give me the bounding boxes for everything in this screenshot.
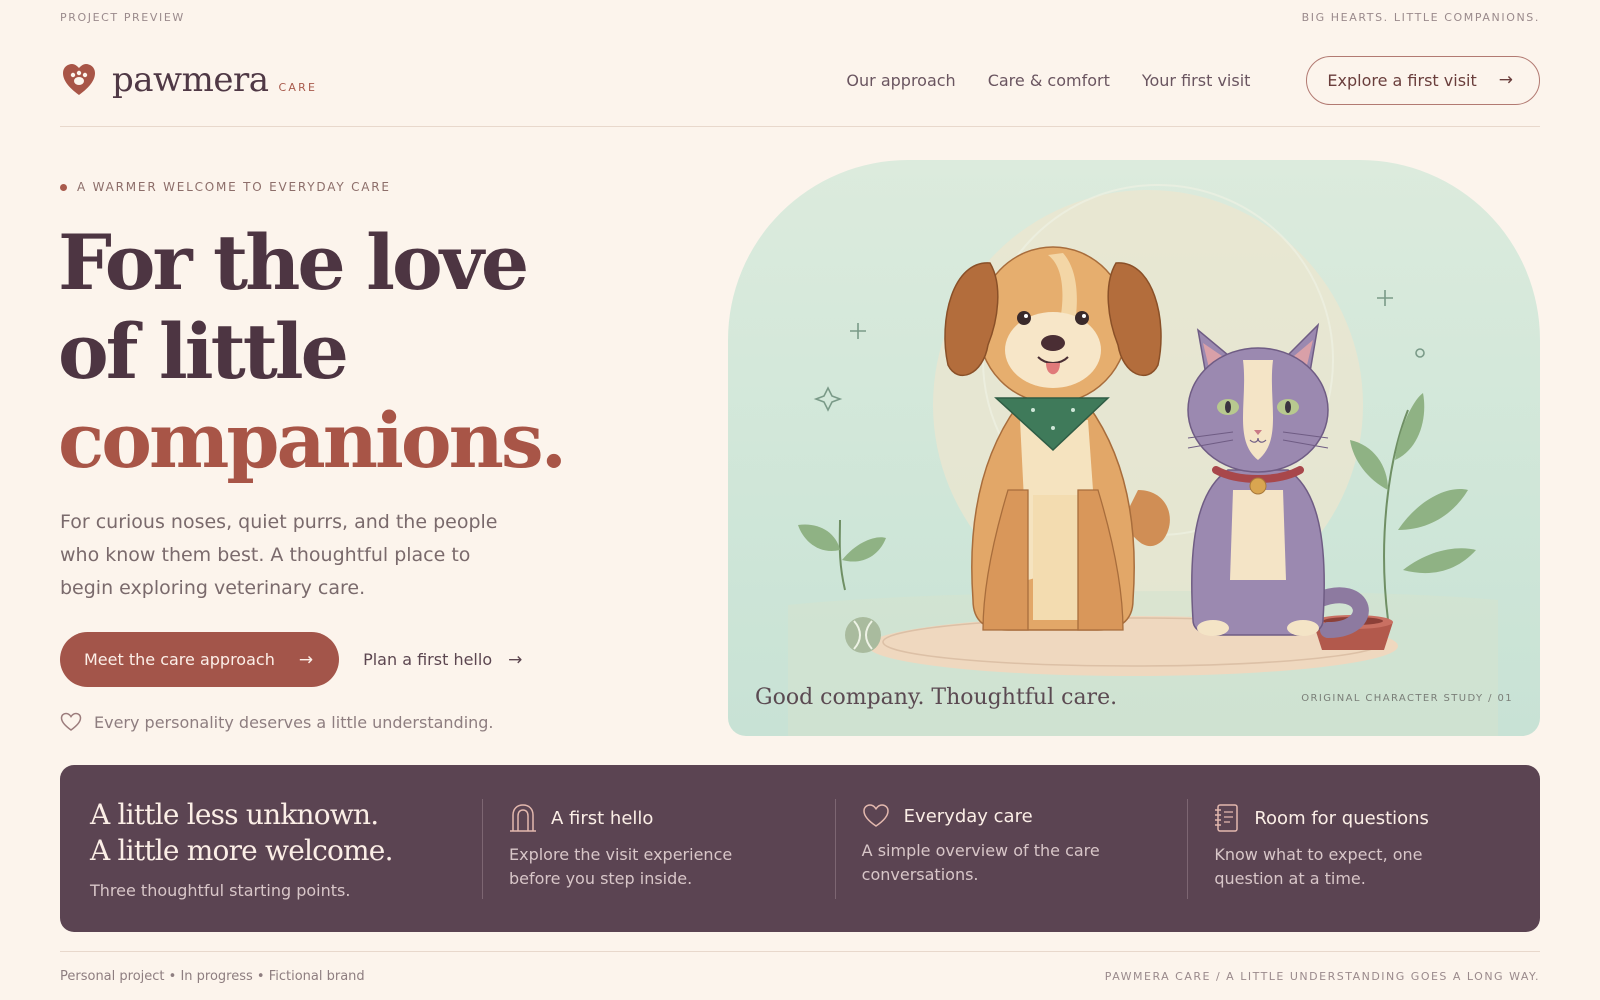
- heart-icon: [862, 804, 889, 827]
- plant-left: [798, 519, 886, 591]
- hero-lede: For curious noses, quiet purrs, and the …: [60, 511, 498, 599]
- hero-cta-row: Meet the care approach → Plan a first he…: [60, 632, 522, 687]
- band-title-line-2: A little more welcome.: [90, 834, 393, 867]
- hero-illustration: Good company. Thoughtful care. ORIGINAL …: [728, 160, 1540, 736]
- bullet-dot-icon: [60, 183, 67, 191]
- heart-outline-icon: [60, 712, 82, 731]
- footer-slogan: PAWMERA CARE / A LITTLE UNDERSTANDING GO…: [1104, 970, 1540, 983]
- feature-text: Know what to expect, one question at a t…: [1214, 845, 1423, 888]
- paw-heart-icon: [63, 64, 95, 95]
- secondary-cta-label: Plan a first hello: [363, 650, 493, 669]
- footer-project-note: Personal project • In progress • Fiction…: [60, 969, 365, 984]
- band-title-line-1: A little less unknown.: [90, 798, 379, 831]
- top-strip: PROJECT PREVIEW BIG HEARTS. LITTLE COMPA…: [60, 11, 1540, 25]
- header-cta-label: Explore a first visit: [1327, 70, 1477, 90]
- nav-first-visit[interactable]: Your first visit: [1142, 71, 1251, 90]
- hero-headline: For the love of little companions.: [58, 218, 698, 485]
- top-slogan: BIG HEARTS. LITTLE COMPANIONS.: [1301, 11, 1540, 24]
- brand-logo[interactable]: pawmera CARE: [60, 60, 317, 100]
- meet-care-approach-button[interactable]: Meet the care approach →: [60, 632, 340, 687]
- primary-cta-label: Meet the care approach: [84, 650, 275, 669]
- headline-line-1: For the love: [58, 218, 529, 307]
- feature-heading: Everyday care: [862, 803, 1188, 829]
- feature-title: Room for questions: [1254, 807, 1429, 829]
- tagline-text: Every personality deserves a little unde…: [94, 712, 494, 732]
- nav-our-approach[interactable]: Our approach: [846, 71, 955, 90]
- illustration-credit: ORIGINAL CHARACTER STUDY / 01: [1301, 693, 1513, 704]
- headline-line-2: of little: [58, 307, 349, 396]
- illustration-caption: Good company. Thoughtful care.: [755, 685, 1118, 710]
- notebook-icon: [1215, 804, 1239, 832]
- band-subtitle: Three thoughtful starting points.: [90, 881, 351, 900]
- hero-eyebrow: A WARMER WELCOME TO EVERYDAY CARE: [60, 180, 391, 194]
- ball: [845, 617, 881, 653]
- brand-suffix: CARE: [278, 80, 318, 94]
- arrow-right-icon: →: [298, 649, 314, 670]
- explore-first-visit-button[interactable]: Explore a first visit →: [1306, 55, 1540, 105]
- feature-first-hello[interactable]: A first hello Explore the visit experien…: [482, 765, 835, 932]
- feature-heading: Room for questions: [1214, 803, 1540, 833]
- plant-right: [1350, 393, 1476, 621]
- band-title: A little less unknown. A little more wel…: [90, 797, 482, 869]
- arrow-right-icon: →: [508, 649, 523, 670]
- brand-name: pawmera: [112, 60, 269, 100]
- feature-title: Everyday care: [903, 805, 1033, 827]
- hero-tagline: Every personality deserves a little unde…: [60, 712, 494, 732]
- plan-first-hello-link[interactable]: Plan a first hello →: [363, 650, 522, 670]
- headline-accent: companions.: [58, 396, 567, 485]
- feature-everyday-care[interactable]: Everyday care A simple overview of the c…: [834, 765, 1188, 932]
- band-intro: A little less unknown. A little more wel…: [60, 765, 482, 932]
- site-footer: Personal project • In progress • Fiction…: [60, 969, 1540, 984]
- feature-room-for-questions[interactable]: Room for questions Know what to expect, …: [1187, 765, 1540, 932]
- arrow-right-icon: →: [1498, 70, 1513, 90]
- main-nav: Our approach Care & comfort Your first v…: [814, 55, 1540, 105]
- site-header: pawmera CARE Our approach Care & comfort…: [60, 55, 1540, 105]
- project-preview-label: PROJECT PREVIEW: [60, 11, 185, 24]
- eyebrow-text: A WARMER WELCOME TO EVERYDAY CARE: [77, 180, 391, 194]
- feature-text: A simple overview of the care conversati…: [861, 841, 1100, 884]
- dog-and-cat-illustration: [788, 184, 1498, 736]
- nav-care-comfort[interactable]: Care & comfort: [988, 71, 1110, 90]
- feature-band: A little less unknown. A little more wel…: [60, 765, 1540, 932]
- footer-divider: [60, 951, 1540, 952]
- feature-title: A first hello: [551, 807, 654, 829]
- door-icon: [510, 804, 536, 832]
- feature-heading: A first hello: [509, 803, 835, 833]
- feature-text: Explore the visit experience before you …: [509, 845, 733, 888]
- header-divider: [60, 126, 1540, 127]
